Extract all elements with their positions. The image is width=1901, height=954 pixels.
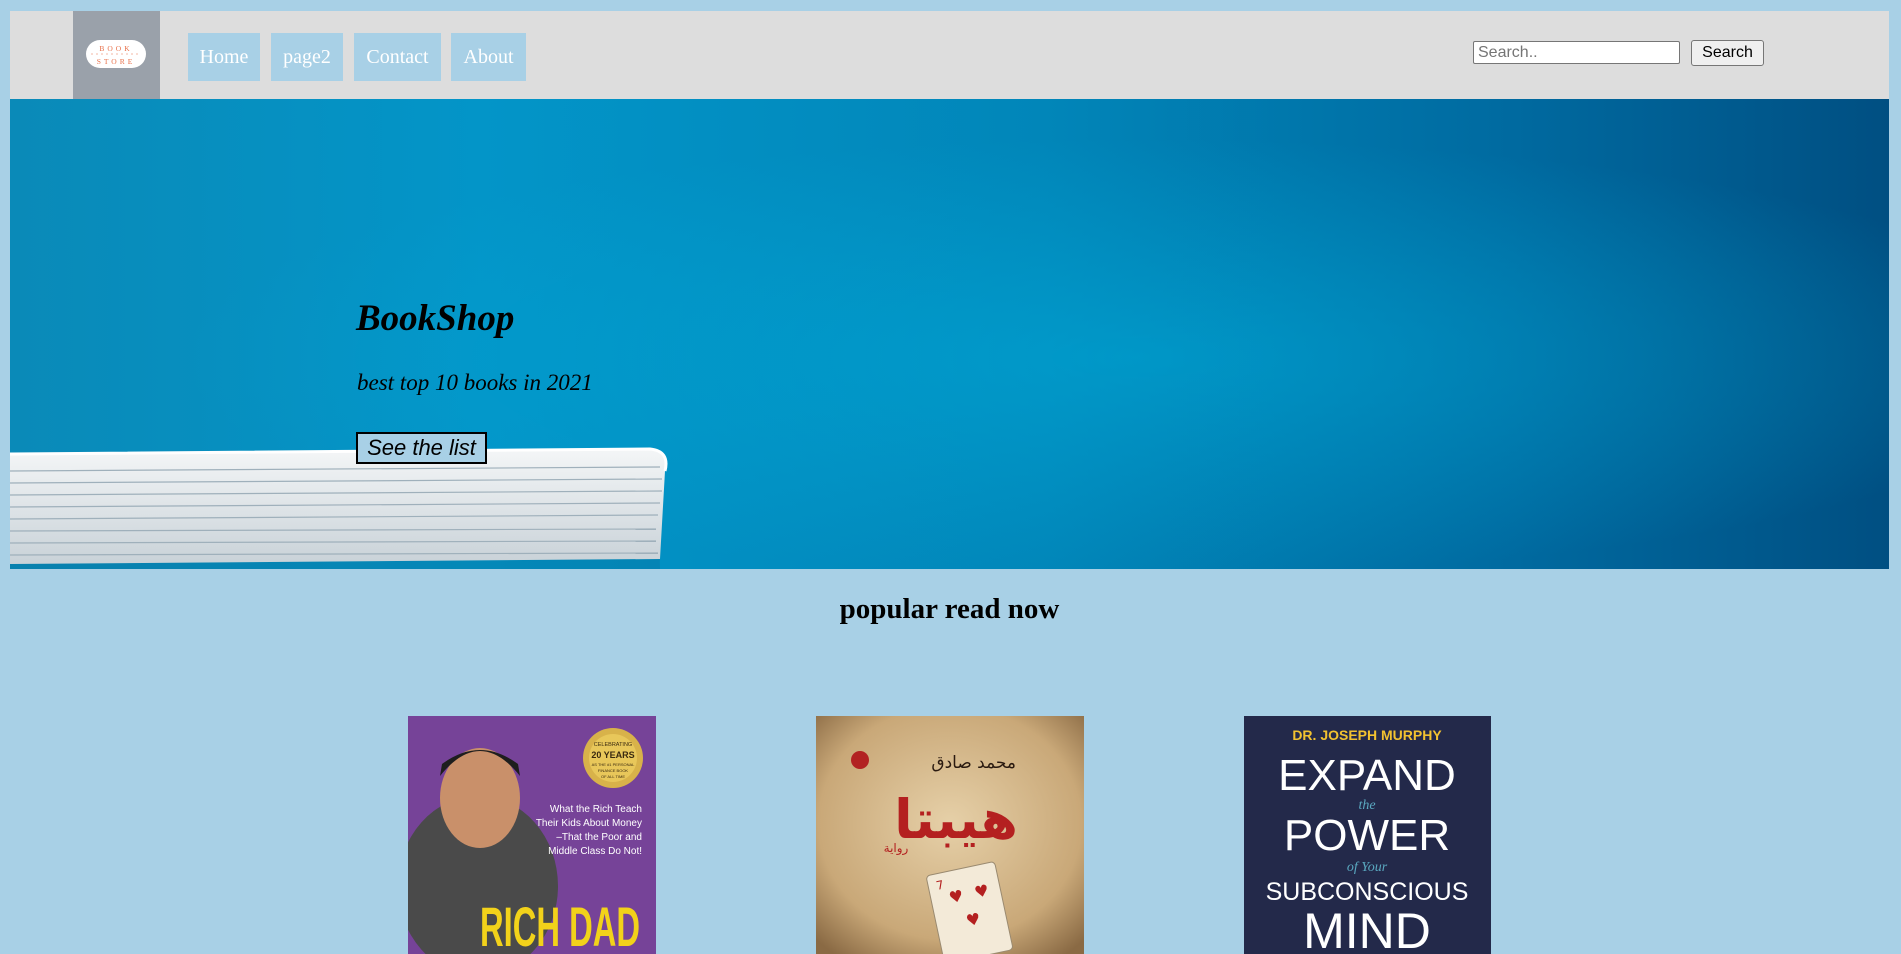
navbar: BOOK STORE Home page2 Contact About Sear… — [10, 11, 1889, 99]
tagline-line3: –That the Poor and — [556, 832, 642, 843]
expand-title-line5: SUBCONSCIOUS — [1266, 878, 1469, 906]
expand-author: DR. JOSEPH MURPHY — [1292, 727, 1442, 743]
expand-title-line1: EXPAND — [1278, 751, 1456, 800]
hero-subtitle: best top 10 books in 2021 — [357, 370, 593, 395]
page-frame: BOOK STORE Home page2 Contact About Sear… — [10, 11, 1889, 954]
badge-line4: FINANCE BOOK — [598, 768, 629, 773]
logo-line1: BOOK — [99, 44, 132, 53]
hepta-cover-image: محمد صادق هيبتا رواية 7 ♥ ♥ ♥ — [816, 716, 1084, 954]
logo[interactable]: BOOK STORE — [73, 11, 160, 99]
rich-dad-title: RICH DAD — [480, 895, 640, 954]
book-cover-rich-dad[interactable]: CELEBRATING 20 YEARS AS THE #1 PERSONAL … — [408, 716, 656, 954]
expand-the-power-cover-image: DR. JOSEPH MURPHY EXPAND the POWER of Yo… — [1244, 716, 1491, 954]
search-input[interactable] — [1473, 41, 1680, 64]
hepta-author: محمد صادق — [931, 753, 1016, 773]
nav-link-about[interactable]: About — [451, 33, 526, 81]
book-stack-image — [10, 447, 668, 569]
badge-line3: AS THE #1 PERSONAL — [592, 762, 636, 767]
badge-line5: OF ALL TIME — [601, 774, 625, 779]
hero-banner: BookShop best top 10 books in 2021 See t… — [10, 99, 1889, 569]
popular-heading: popular read now — [839, 593, 1060, 625]
tagline-line1: What the Rich Teach — [550, 804, 642, 815]
hero-title: BookShop — [356, 298, 515, 339]
tagline-line4: Middle Class Do Not! — [548, 846, 642, 857]
hepta-genre: رواية — [884, 841, 909, 856]
expand-title-line3: POWER — [1284, 811, 1450, 860]
expand-title-line4: of Your — [1347, 860, 1388, 875]
rich-dad-cover-image: CELEBRATING 20 YEARS AS THE #1 PERSONAL … — [408, 716, 656, 954]
book-cover-hepta[interactable]: محمد صادق هيبتا رواية 7 ♥ ♥ ♥ — [816, 716, 1084, 954]
hepta-title: هيبتا — [894, 788, 1018, 851]
logo-line2: STORE — [97, 57, 136, 66]
nav-link-home[interactable]: Home — [188, 33, 260, 81]
badge-line2: 20 YEARS — [591, 750, 634, 760]
expand-title-line6: MIND — [1303, 903, 1431, 954]
tagline-line2: Their Kids About Money — [536, 818, 642, 829]
bookstore-logo-icon: BOOK STORE — [86, 40, 146, 68]
badge-line1: CELEBRATING — [594, 742, 632, 748]
see-the-list-button[interactable]: See the list — [356, 432, 487, 464]
nav-link-contact[interactable]: Contact — [354, 33, 441, 81]
nav-link-page2[interactable]: page2 — [271, 33, 343, 81]
book-cover-expand-the-power[interactable]: DR. JOSEPH MURPHY EXPAND the POWER of Yo… — [1244, 716, 1491, 954]
search-button[interactable]: Search — [1691, 40, 1764, 66]
